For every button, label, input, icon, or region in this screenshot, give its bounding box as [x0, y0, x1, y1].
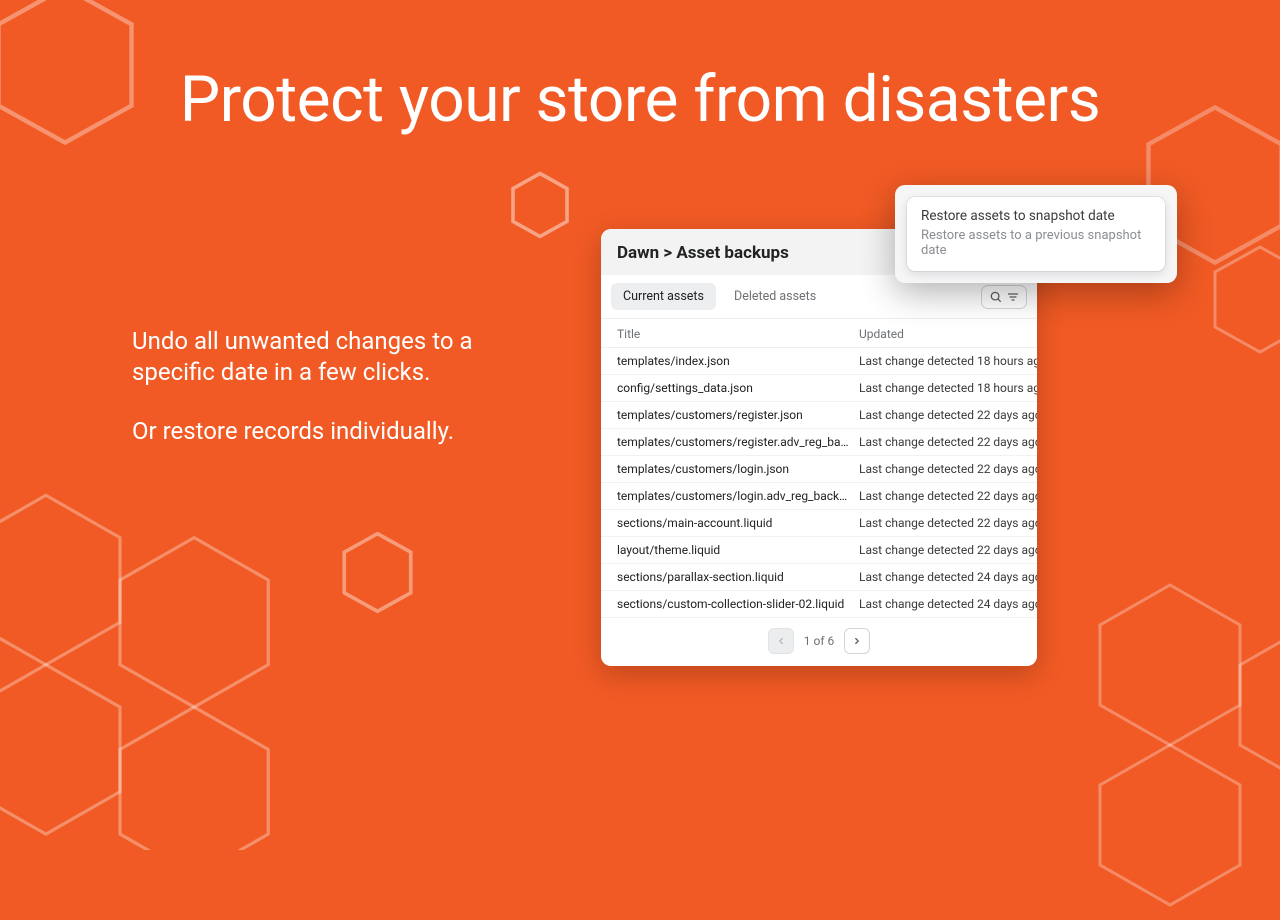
cell-updated: Last change detected 24 days ago — [859, 570, 1021, 584]
cell-title: sections/custom-collection-slider-02.liq… — [617, 597, 859, 611]
description: Undo all unwanted changes to a specific … — [132, 326, 552, 448]
table-row[interactable]: templates/customers/register.jsonLast ch… — [601, 402, 1037, 429]
hexagon-decoration — [1210, 242, 1280, 357]
restore-snapshot-tooltip: Restore assets to snapshot date Restore … — [895, 185, 1177, 283]
cell-title: sections/parallax-section.liquid — [617, 570, 859, 584]
cell-updated: Last change detected 18 hours ago — [859, 354, 1021, 368]
cell-title: templates/customers/login.adv_reg_backup… — [617, 489, 859, 503]
cell-updated: Last change detected 22 days ago — [859, 435, 1021, 449]
headline: Protect your store from disasters — [0, 62, 1280, 137]
filter-icon — [1007, 291, 1019, 303]
asset-table: templates/index.jsonLast change detected… — [601, 348, 1037, 618]
table-row[interactable]: sections/main-account.liquidLast change … — [601, 510, 1037, 537]
cell-title: config/settings_data.json — [617, 381, 859, 395]
pager-next-button[interactable] — [844, 628, 870, 654]
cell-updated: Last change detected 22 days ago — [859, 489, 1021, 503]
table-row[interactable]: layout/theme.liquidLast change detected … — [601, 537, 1037, 564]
search-filter-button[interactable] — [981, 285, 1027, 309]
pager-text: 1 of 6 — [804, 634, 834, 648]
cell-updated: Last change detected 22 days ago — [859, 516, 1021, 530]
cell-updated: Last change detected 24 days ago — [859, 597, 1021, 611]
cell-title: templates/customers/register.json — [617, 408, 859, 422]
table-row[interactable]: templates/customers/login.jsonLast chang… — [601, 456, 1037, 483]
description-line: Undo all unwanted changes to a specific … — [132, 326, 552, 388]
cell-title: templates/customers/login.json — [617, 462, 859, 476]
chevron-left-icon — [776, 635, 786, 647]
search-icon — [989, 290, 1003, 304]
pager-prev-button[interactable] — [768, 628, 794, 654]
table-header: Title Updated — [601, 319, 1037, 348]
cell-title: templates/customers/register.adv_reg_bac… — [617, 435, 859, 449]
cell-title: sections/main-account.liquid — [617, 516, 859, 530]
tooltip-subtitle: Restore assets to a previous snapshot da… — [921, 228, 1151, 258]
column-header-updated: Updated — [859, 327, 1021, 341]
cell-title: templates/index.json — [617, 354, 859, 368]
tab-current-assets[interactable]: Current assets — [611, 283, 716, 310]
table-row[interactable]: config/settings_data.jsonLast change det… — [601, 375, 1037, 402]
hexagon-decoration — [1090, 580, 1280, 920]
hexagon-decoration — [510, 170, 570, 240]
tab-deleted-assets[interactable]: Deleted assets — [722, 283, 828, 310]
restore-snapshot-option[interactable]: Restore assets to snapshot date Restore … — [907, 197, 1165, 271]
pagination: 1 of 6 — [601, 618, 1037, 666]
table-row[interactable]: sections/custom-collection-slider-02.liq… — [601, 591, 1037, 618]
asset-backups-panel: Dawn > Asset backups Current assets Dele… — [601, 229, 1037, 666]
tooltip-title: Restore assets to snapshot date — [921, 208, 1151, 224]
table-row[interactable]: sections/parallax-section.liquidLast cha… — [601, 564, 1037, 591]
cell-updated: Last change detected 18 hours ago — [859, 381, 1021, 395]
cell-updated: Last change detected 22 days ago — [859, 543, 1021, 557]
chevron-right-icon — [852, 635, 862, 647]
description-line: Or restore records individually. — [132, 416, 552, 447]
cell-updated: Last change detected 22 days ago — [859, 462, 1021, 476]
table-row[interactable]: templates/customers/login.adv_reg_backup… — [601, 483, 1037, 510]
hexagon-decoration — [0, 490, 280, 850]
cell-updated: Last change detected 22 days ago — [859, 408, 1021, 422]
cell-title: layout/theme.liquid — [617, 543, 859, 557]
table-row[interactable]: templates/customers/register.adv_reg_bac… — [601, 429, 1037, 456]
column-header-title: Title — [617, 327, 859, 341]
table-row[interactable]: templates/index.jsonLast change detected… — [601, 348, 1037, 375]
hexagon-decoration — [340, 530, 415, 615]
